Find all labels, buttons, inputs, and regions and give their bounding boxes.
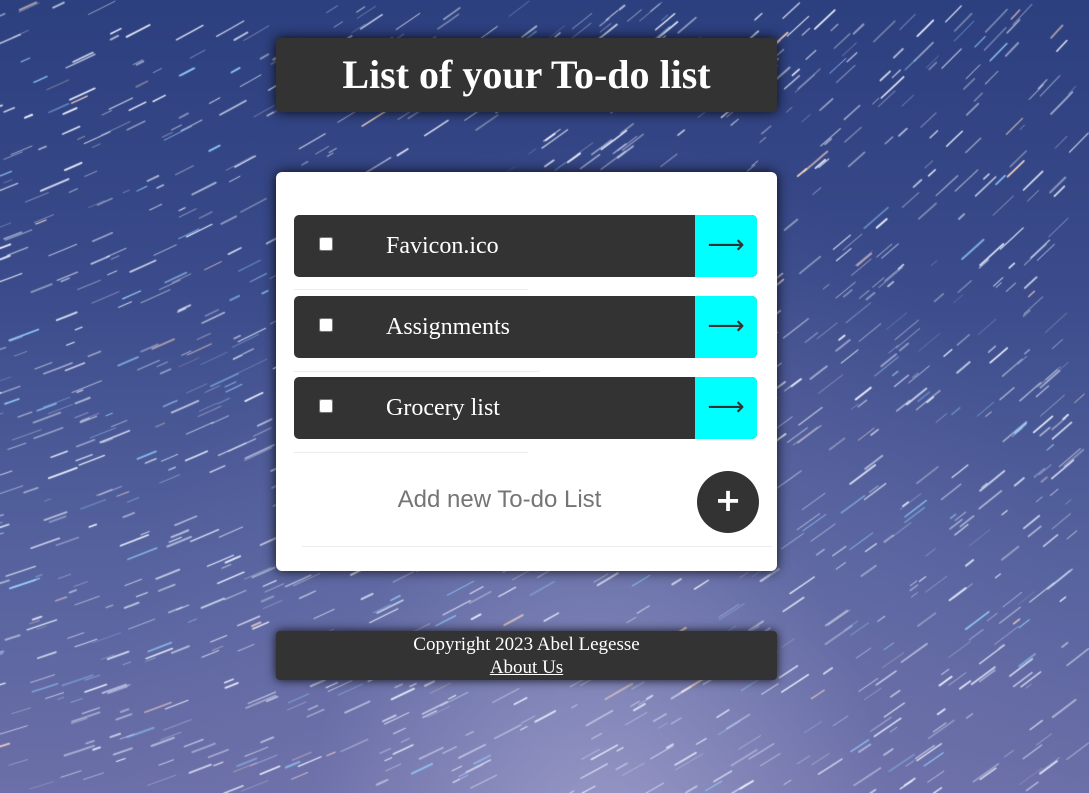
input-underline (302, 546, 772, 547)
open-list-arrow-icon[interactable]: ⟶ (695, 377, 757, 439)
add-todo-list-input[interactable] (302, 468, 697, 532)
open-list-arrow-icon[interactable]: ⟶ (695, 215, 757, 277)
todo-item-assignments: Assignments ⟶ (294, 296, 757, 358)
todo-item-favicon: Favicon.ico ⟶ (294, 215, 757, 277)
footer: Copyright 2023 Abel Legesse About Us (276, 631, 777, 680)
todo-item-label: Assignments (386, 314, 511, 340)
todo-checkbox[interactable] (319, 399, 333, 413)
copyright-text: Copyright 2023 Abel Legesse (413, 634, 640, 655)
add-todo-list-button[interactable]: + (697, 471, 759, 533)
todo-checkbox[interactable] (319, 237, 333, 251)
about-us-link[interactable]: About Us (490, 657, 563, 678)
page-title: List of your To-do list (342, 52, 711, 97)
todo-list-card: Favicon.ico ⟶ Assignments ⟶ Grocery list… (276, 172, 777, 571)
item-divider (294, 452, 528, 453)
todo-checkbox[interactable] (319, 318, 333, 332)
todo-item-label: Favicon.ico (386, 233, 499, 259)
header-banner: List of your To-do list (276, 38, 777, 112)
todo-item-label: Grocery list (386, 395, 500, 421)
open-list-arrow-icon[interactable]: ⟶ (695, 296, 757, 358)
item-divider (294, 289, 528, 290)
item-divider (294, 371, 540, 372)
todo-item-grocery-list: Grocery list ⟶ (294, 377, 757, 439)
